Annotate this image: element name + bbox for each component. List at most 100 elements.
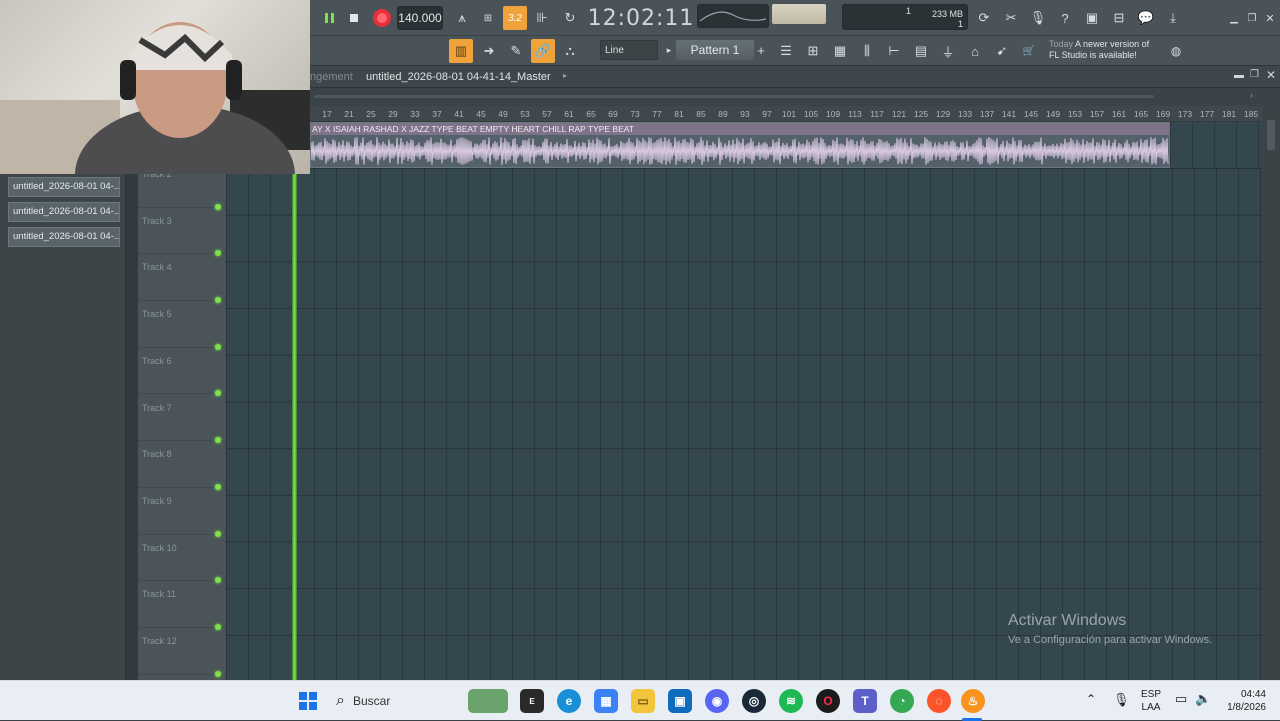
- pause-button[interactable]: [318, 6, 342, 30]
- master-volume-meter[interactable]: [772, 4, 826, 24]
- channel-rack-button[interactable]: ⊞: [801, 39, 825, 63]
- outlook-icon[interactable]: ▣: [668, 689, 692, 713]
- fl-studio-icon[interactable]: ♨: [961, 689, 985, 713]
- record-audio-button[interactable]: 🎙: [1026, 6, 1050, 30]
- system-clock[interactable]: 04:44 1/8/2026: [1222, 688, 1266, 714]
- add-pattern-button[interactable]: +: [754, 40, 768, 60]
- pencil-tool-button[interactable]: ✎: [504, 39, 528, 63]
- mixer-view-button[interactable]: ⫼: [855, 39, 879, 63]
- track-header[interactable]: Track 10: [138, 535, 226, 584]
- tempo-display[interactable]: 140.000: [397, 6, 443, 30]
- blend-notes-button[interactable]: ⊪: [530, 6, 554, 30]
- track-label: Track 11: [142, 589, 177, 600]
- stop-button[interactable]: [342, 6, 366, 30]
- plugin-button[interactable]: ⏚: [936, 39, 960, 63]
- epic-games-icon[interactable]: E: [520, 689, 544, 713]
- browser-item[interactable]: untitled_2026-08-01 04-...: [8, 227, 120, 247]
- chat-button[interactable]: 💬: [1134, 6, 1158, 30]
- track-header[interactable]: Track 3: [138, 208, 226, 257]
- vertical-scrollbar[interactable]: [1262, 106, 1280, 680]
- download-button[interactable]: ⤓: [1161, 6, 1185, 30]
- update-hint[interactable]: Today A newer version of FL Studio is av…: [1049, 39, 1169, 61]
- tempo-tapper-button[interactable]: ⌂: [963, 39, 987, 63]
- start-button[interactable]: [296, 689, 320, 713]
- horizontal-scrollbar[interactable]: [314, 95, 1154, 98]
- track-header[interactable]: Track 9: [138, 488, 226, 537]
- update-icon-button[interactable]: ◍: [1164, 39, 1188, 63]
- volume-icon[interactable]: 🔈: [1195, 691, 1211, 707]
- tools-button[interactable]: ✂: [999, 6, 1023, 30]
- piano-roll-view-button[interactable]: ▦: [828, 39, 852, 63]
- playlist-maximize-icon[interactable]: ❐: [1250, 69, 1259, 80]
- edge-icon[interactable]: e: [557, 689, 581, 713]
- flow-button[interactable]: ➹: [990, 39, 1014, 63]
- teams-icon[interactable]: T: [853, 689, 877, 713]
- snap-select[interactable]: Line: [600, 40, 658, 60]
- brave-icon[interactable]: ◌: [927, 689, 951, 713]
- playlist-grid[interactable]: [226, 168, 1262, 680]
- playhead[interactable]: [292, 174, 297, 680]
- file-explorer-icon[interactable]: ▭: [631, 689, 655, 713]
- browser-item[interactable]: untitled_2026-08-01 04-...: [8, 202, 120, 222]
- track-header[interactable]: Track 4: [138, 254, 226, 304]
- browser-splitter[interactable]: [126, 174, 138, 680]
- timeline-ruler[interactable]: 17 21 25 29 33 37 41 45 49 53 57 61 65 69 73 77 81 85 89 93…: [310, 106, 1262, 122]
- pattern-prev-button[interactable]: ▸: [662, 40, 676, 60]
- tray-chevron-up-icon[interactable]: ⌃: [1086, 692, 1096, 706]
- piano-roll-button[interactable]: ▥: [449, 39, 473, 63]
- track-header[interactable]: Track 11: [138, 581, 226, 630]
- project-button[interactable]: ▤: [909, 39, 933, 63]
- spotify-icon[interactable]: ≋: [779, 689, 803, 713]
- ruler-mark: 33: [410, 109, 420, 119]
- metronome-button[interactable]: ⩚: [450, 6, 474, 30]
- chrome-icon[interactable]: ◔: [890, 689, 914, 713]
- track-header[interactable]: Track 7: [138, 395, 226, 444]
- discord-icon[interactable]: ◉: [705, 689, 729, 713]
- playlist-minimize-icon[interactable]: ▬: [1234, 70, 1244, 81]
- document-icon: ▤: [914, 43, 928, 58]
- steam-icon[interactable]: ◎: [742, 689, 766, 713]
- track-header[interactable]: Track 5: [138, 301, 226, 350]
- news-widget-icon[interactable]: [468, 689, 508, 713]
- shop-button[interactable]: 🛒: [1017, 39, 1041, 63]
- taskbar-search[interactable]: ⌕ Buscar: [330, 687, 450, 715]
- ruler-mark: 145: [1023, 109, 1039, 119]
- language-indicator[interactable]: ESP LAA: [1141, 688, 1161, 714]
- scroll-right-icon[interactable]: ›: [1250, 90, 1253, 100]
- playlist-button[interactable]: ☰: [774, 39, 798, 63]
- close-button[interactable]: ✕: [1258, 6, 1280, 30]
- stop-icon: [350, 14, 358, 22]
- playlist-close-icon[interactable]: ✕: [1266, 68, 1276, 82]
- microphone-tray-icon[interactable]: 🎙: [1113, 692, 1130, 708]
- record-button[interactable]: [370, 6, 394, 30]
- browser-view-button[interactable]: ⊢: [882, 39, 906, 63]
- title-arrow-icon: ▸: [563, 71, 568, 80]
- step-indicator: 3.2: [508, 12, 522, 24]
- pattern-selector[interactable]: Pattern 1: [676, 40, 754, 60]
- track-header[interactable]: Track 12: [138, 628, 226, 677]
- song-time-display[interactable]: 12:02:11: [588, 4, 694, 32]
- undo-history-button[interactable]: ⟳: [972, 6, 996, 30]
- vertical-scroll-thumb[interactable]: [1267, 120, 1275, 150]
- ruler-mark: 177: [1199, 109, 1215, 119]
- save-button[interactable]: ▣: [1080, 6, 1104, 30]
- track-mute-led[interactable]: [215, 670, 221, 677]
- microsoft-store-icon[interactable]: ▦: [594, 689, 618, 713]
- empty-track-area[interactable]: [1170, 122, 1262, 168]
- playlist-scroll-strip[interactable]: ›: [310, 88, 1262, 106]
- loop-record-button[interactable]: ↻: [558, 6, 582, 30]
- audio-clip[interactable]: AY X ISAIAH RASHAD X JAZZ TYPE BEAT EMPT…: [310, 122, 1170, 168]
- track-header[interactable]: Track 8: [138, 441, 226, 490]
- mixer-button[interactable]: ⊟: [1107, 6, 1131, 30]
- help-button[interactable]: ?: [1053, 6, 1077, 30]
- track-label: Track 8: [142, 449, 172, 460]
- track-header[interactable]: Track 6: [138, 348, 226, 397]
- arrow-tool-button[interactable]: ➜: [477, 39, 501, 63]
- network-icon[interactable]: ▭: [1175, 691, 1187, 707]
- link-button[interactable]: 🔗: [531, 39, 555, 63]
- step-edit-button[interactable]: 3.2: [503, 6, 527, 30]
- browser-item[interactable]: untitled_2026-08-01 04-...: [8, 177, 120, 197]
- wait-input-button[interactable]: ⊞: [476, 6, 500, 30]
- stamp-tool-button[interactable]: ⛬: [558, 39, 582, 63]
- opera-gx-icon[interactable]: O: [816, 689, 840, 713]
